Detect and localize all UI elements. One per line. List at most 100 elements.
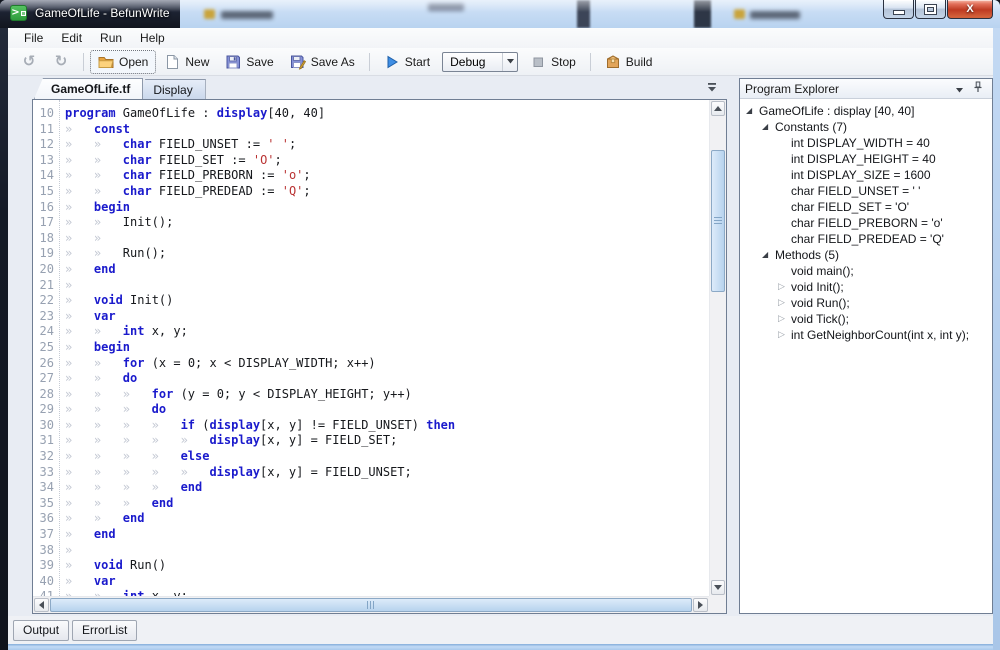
- expander-collapsed-icon[interactable]: ▷: [778, 315, 791, 324]
- code-line: »end: [65, 527, 709, 543]
- line-number: 36: [33, 511, 59, 527]
- toolbar-button-label: Save: [246, 55, 273, 69]
- tab-whitespace-mark: »: [94, 324, 123, 340]
- minimize-button[interactable]: [883, 0, 914, 19]
- tab-whitespace-mark: »: [65, 137, 94, 153]
- code-token: FIELD_PREBORN :=: [152, 168, 282, 182]
- stop-button[interactable]: Stop: [523, 51, 583, 73]
- tree-item[interactable]: ◢GameOfLife : display [40, 40]: [740, 103, 992, 119]
- tab-whitespace-mark: »: [152, 449, 181, 465]
- bottom-tab-output[interactable]: Output: [13, 620, 69, 641]
- expander-expanded-icon[interactable]: ◢: [762, 251, 775, 259]
- tree-item-label: char FIELD_UNSET = ' ': [791, 184, 920, 198]
- debug-mode-combobox[interactable]: Debug: [442, 52, 518, 72]
- expander-expanded-icon[interactable]: ◢: [746, 107, 759, 115]
- tree-item[interactable]: char FIELD_UNSET = ' ': [740, 183, 992, 199]
- tree-item-label: char FIELD_SET = 'O': [791, 200, 909, 214]
- build-button[interactable]: Build: [598, 51, 660, 73]
- tab-whitespace-mark: »: [94, 371, 123, 387]
- tree-item[interactable]: ◢Methods (5): [740, 247, 992, 263]
- code-token: int: [123, 589, 145, 596]
- menu-item-file[interactable]: File: [15, 29, 52, 47]
- horizontal-scrollbar-thumb[interactable]: [50, 598, 692, 612]
- expander-collapsed-icon[interactable]: ▷: [778, 283, 791, 292]
- expander-collapsed-icon[interactable]: ▷: [778, 299, 791, 308]
- tab-whitespace-mark: »: [65, 278, 94, 294]
- program-explorer-header[interactable]: Program Explorer: [740, 79, 992, 99]
- open-button[interactable]: Open: [91, 51, 155, 73]
- tab-whitespace-mark: »: [94, 465, 123, 481]
- toolbar-button-label: Build: [626, 55, 653, 69]
- new-button[interactable]: New: [157, 51, 216, 73]
- code-token: FIELD_UNSET :=: [152, 137, 268, 151]
- line-number: 23: [33, 309, 59, 325]
- background-window-blur: [221, 11, 273, 19]
- vertical-scrollbar[interactable]: [709, 100, 726, 596]
- tree-item[interactable]: char FIELD_SET = 'O': [740, 199, 992, 215]
- tab-whitespace-mark: »: [94, 387, 123, 403]
- document-group: GameOfLife.tfDisplay 1011121314151617181…: [32, 78, 727, 614]
- line-number: 38: [33, 543, 59, 559]
- document-tab-gameoflife-tf[interactable]: GameOfLife.tf: [34, 78, 143, 99]
- tree-item[interactable]: ▷void Run();: [740, 295, 992, 311]
- scroll-left-button[interactable]: [34, 598, 49, 612]
- menu-item-help[interactable]: Help: [131, 29, 174, 47]
- tree-item[interactable]: int DISPLAY_WIDTH = 40: [740, 135, 992, 151]
- code-line: »»: [65, 231, 709, 247]
- document-list-button[interactable]: [705, 82, 719, 93]
- titlebar[interactable]: > GameOfLife - BefunWrite X: [0, 0, 1000, 28]
- tree-item-label: int DISPLAY_HEIGHT = 40: [791, 152, 936, 166]
- horizontal-scrollbar[interactable]: [33, 596, 709, 613]
- line-number-gutter: 1011121314151617181920212223242526272829…: [33, 100, 60, 596]
- code-token: void: [94, 293, 123, 307]
- expander-expanded-icon[interactable]: ◢: [762, 123, 775, 131]
- save-as-button[interactable]: Save As: [283, 51, 362, 73]
- close-button[interactable]: X: [947, 0, 993, 19]
- code-token: begin: [94, 340, 130, 354]
- tree-item[interactable]: char FIELD_PREDEAD = 'Q': [740, 231, 992, 247]
- combobox-value: Debug: [450, 55, 502, 69]
- window-border-left: [0, 28, 8, 650]
- panel-title: Program Explorer: [745, 82, 956, 96]
- start-button[interactable]: Start: [377, 51, 437, 73]
- expander-collapsed-icon[interactable]: ▷: [778, 331, 791, 340]
- tab-whitespace-mark: »: [65, 558, 94, 574]
- tree-item[interactable]: ▷void Init();: [740, 279, 992, 295]
- scroll-right-button[interactable]: [693, 598, 708, 612]
- code-token: end: [152, 496, 174, 510]
- undo-button[interactable]: ↺: [14, 51, 44, 73]
- code-token: var: [94, 309, 116, 323]
- tree-item[interactable]: ▷int GetNeighborCount(int x, int y);: [740, 327, 992, 343]
- tab-whitespace-mark: »: [94, 168, 123, 184]
- code-token: end: [94, 262, 116, 276]
- tree-item[interactable]: ◢Constants (7): [740, 119, 992, 135]
- tree-item-label: char FIELD_PREBORN = 'o': [791, 216, 943, 230]
- tree-item[interactable]: int DISPLAY_SIZE = 1600: [740, 167, 992, 183]
- tab-whitespace-mark: »: [123, 433, 152, 449]
- redo-button[interactable]: ↻: [46, 51, 76, 73]
- line-number: 18: [33, 231, 59, 247]
- tree-item[interactable]: char FIELD_PREBORN = 'o': [740, 215, 992, 231]
- pin-button[interactable]: [972, 81, 984, 96]
- tree-item[interactable]: ▷void Tick();: [740, 311, 992, 327]
- scroll-down-button[interactable]: [711, 580, 725, 595]
- arrow-up-icon: [714, 106, 722, 111]
- menu-item-edit[interactable]: Edit: [52, 29, 91, 47]
- code-line: »»int x, y;: [65, 324, 709, 340]
- maximize-button[interactable]: [915, 0, 946, 19]
- vertical-scrollbar-thumb[interactable]: [711, 150, 725, 292]
- tree-item[interactable]: int DISPLAY_HEIGHT = 40: [740, 151, 992, 167]
- tree-item[interactable]: void main();: [740, 263, 992, 279]
- line-number: 22: [33, 293, 59, 309]
- save-button[interactable]: Save: [218, 51, 280, 73]
- code-line: »const: [65, 122, 709, 138]
- code-content[interactable]: program GameOfLife : display[40, 40]»con…: [61, 100, 709, 596]
- tab-whitespace-mark: »: [94, 496, 123, 512]
- scroll-up-button[interactable]: [711, 101, 725, 116]
- document-tab-display[interactable]: Display: [136, 79, 205, 99]
- undo-icon: ↺: [21, 54, 37, 70]
- panel-menu-button[interactable]: [956, 82, 963, 96]
- code-token: for: [123, 356, 145, 370]
- bottom-tab-errorlist[interactable]: ErrorList: [72, 620, 137, 641]
- menu-item-run[interactable]: Run: [91, 29, 131, 47]
